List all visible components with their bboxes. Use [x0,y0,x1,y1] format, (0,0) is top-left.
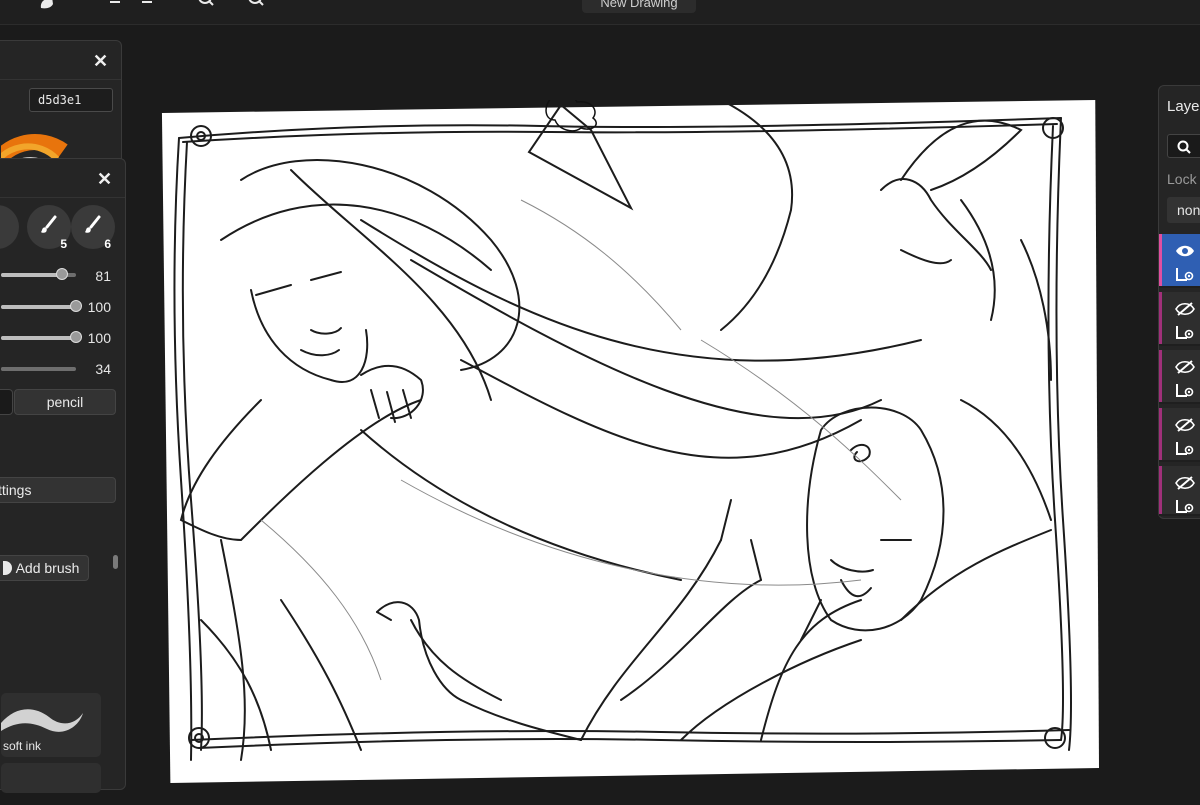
slider-fill [1,273,62,277]
layer-settings-icon[interactable] [1175,498,1195,514]
layer-row-2[interactable] [1159,292,1200,346]
layers-title: Laye [1167,98,1200,115]
plus-circle-icon [2,561,12,575]
brush-preset-soft-ink[interactable]: soft ink [1,693,101,757]
scatter-value: 34 [95,361,111,377]
eye-hidden-icon[interactable] [1175,418,1195,432]
zoom-out-icon[interactable] [246,0,268,12]
hand-icon[interactable] [36,0,58,12]
slider-track[interactable] [1,367,76,371]
layer-color-accent [1159,466,1162,514]
layers-search-box[interactable] [1167,134,1200,158]
brush-slot-number: 5 [60,237,67,251]
brush-stroke-preview [1,709,83,732]
document-title[interactable]: New Drawing [582,0,696,13]
top-toolbar: New Drawing [0,0,1200,25]
size-value: 81 [95,268,111,284]
eye-hidden-icon[interactable] [1175,360,1195,374]
add-brush-label: Add brush [15,560,80,576]
blend-mode-left-segment[interactable] [0,389,13,415]
layer-settings-icon[interactable] [1175,382,1195,398]
color-panel: ✕ [0,40,122,171]
layer-color-accent [1159,408,1162,460]
layer-row-1[interactable] [1159,234,1200,288]
brush-list-scrollbar[interactable] [113,555,118,569]
brush-slot-4[interactable] [0,205,19,249]
slider-track[interactable] [1,331,82,343]
close-icon[interactable]: ✕ [97,170,112,188]
slider-knob[interactable] [55,268,68,280]
brush-settings-button[interactable]: ttings [0,477,116,503]
lock-label: Lock [1167,171,1197,187]
add-brush-button[interactable]: Add brush [0,555,89,581]
layer-blend-mode-select[interactable]: non [1167,197,1200,223]
redo-icon[interactable] [136,0,158,12]
slider-track[interactable] [1,300,82,312]
layer-color-accent [1159,292,1162,344]
layer-row-5[interactable] [1159,466,1200,516]
layer-row-4[interactable] [1159,408,1200,462]
eye-hidden-icon[interactable] [1175,302,1195,316]
layers-panel: Laye Lock non [1158,85,1200,519]
eye-hidden-icon[interactable] [1175,476,1195,490]
layer-settings-icon[interactable] [1175,266,1195,282]
layer-selection-accent [1159,234,1162,286]
layer-settings-icon[interactable] [1175,440,1195,456]
slider-track[interactable] [1,268,76,280]
flow-value: 100 [87,330,111,346]
brush-slot-6[interactable]: 6 [71,205,115,251]
brush-preset-next[interactable] [1,763,101,793]
brush-name: soft ink [3,739,42,753]
brush-icon [85,215,101,233]
hex-color-field[interactable] [29,88,113,112]
slider-fill [1,367,27,371]
eye-icon[interactable] [1175,244,1195,258]
slider-fill [1,305,76,309]
blend-mode-select[interactable]: pencil [14,389,116,415]
brush-panel: ✕ 5 6 81 100 100 34 pencil ttings Add br… [0,158,126,793]
zoom-in-icon[interactable] [196,0,218,12]
search-icon [1177,140,1191,154]
brush-icon [41,215,57,233]
layer-color-accent [1159,350,1162,402]
brush-slot-number: 6 [104,237,111,251]
layer-settings-icon[interactable] [1175,324,1195,340]
opacity-value: 100 [87,299,111,315]
close-icon[interactable]: ✕ [93,52,108,70]
sketch-artwork [173,100,1072,761]
brush-slot-5[interactable]: 5 [27,205,71,251]
slider-fill [1,336,76,340]
layer-row-3[interactable] [1159,350,1200,404]
undo-icon[interactable] [106,0,128,12]
drawing-canvas[interactable] [161,100,1099,783]
